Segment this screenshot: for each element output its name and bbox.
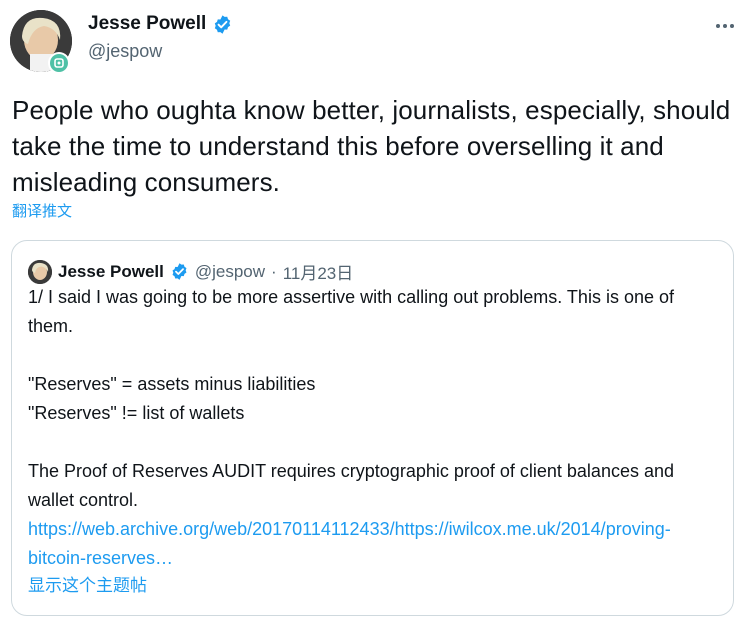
quoted-author-name: Jesse Powell: [58, 261, 164, 281]
author-name-row: Jesse Powell: [88, 13, 233, 35]
show-thread-link[interactable]: 显示这个主题帖: [28, 575, 147, 597]
quoted-link[interactable]: https://web.archive.org/web/201701141124…: [28, 519, 671, 568]
translate-tweet-link[interactable]: 翻译推文: [12, 202, 72, 222]
quoted-verified-badge-icon: [170, 262, 189, 281]
quoted-author-handle: @jespow: [194, 261, 266, 281]
quoted-tweet-card[interactable]: Jesse Powell @jespow · 11月23日 1/ I said …: [11, 240, 734, 616]
verified-badge-icon: [212, 14, 233, 35]
author-handle[interactable]: @jespow: [88, 41, 162, 61]
quoted-tweet-body: 1/ I said I was going to be more asserti…: [28, 283, 720, 573]
quoted-spacer: [28, 428, 720, 457]
quoted-spacer: [28, 341, 720, 370]
avatar-badge-icon: [48, 52, 70, 74]
quoted-line: 1/ I said I was going to be more asserti…: [28, 287, 674, 336]
more-dot: [730, 24, 734, 28]
more-dot: [723, 24, 727, 28]
quoted-line: The Proof of Reserves AUDIT requires cry…: [28, 461, 674, 510]
author-display-name[interactable]: Jesse Powell: [88, 13, 206, 35]
quoted-tweet-header: Jesse Powell @jespow · 11月23日: [28, 259, 353, 284]
quoted-author-avatar[interactable]: [28, 259, 52, 284]
more-horizontal-icon: [716, 24, 720, 28]
more-options-button[interactable]: [712, 18, 738, 34]
quoted-line: "Reserves" = assets minus liabilities: [28, 374, 316, 394]
quoted-avatar-image: [28, 259, 52, 284]
tweet-text: People who oughta know better, journalis…: [12, 95, 731, 197]
quoted-line: "Reserves" != list of wallets: [28, 403, 245, 423]
quoted-separator: ·: [271, 261, 277, 281]
quoted-date: 11月23日: [282, 264, 354, 283]
tweet: Jesse Powell @jespow People who oughta k…: [0, 0, 752, 635]
